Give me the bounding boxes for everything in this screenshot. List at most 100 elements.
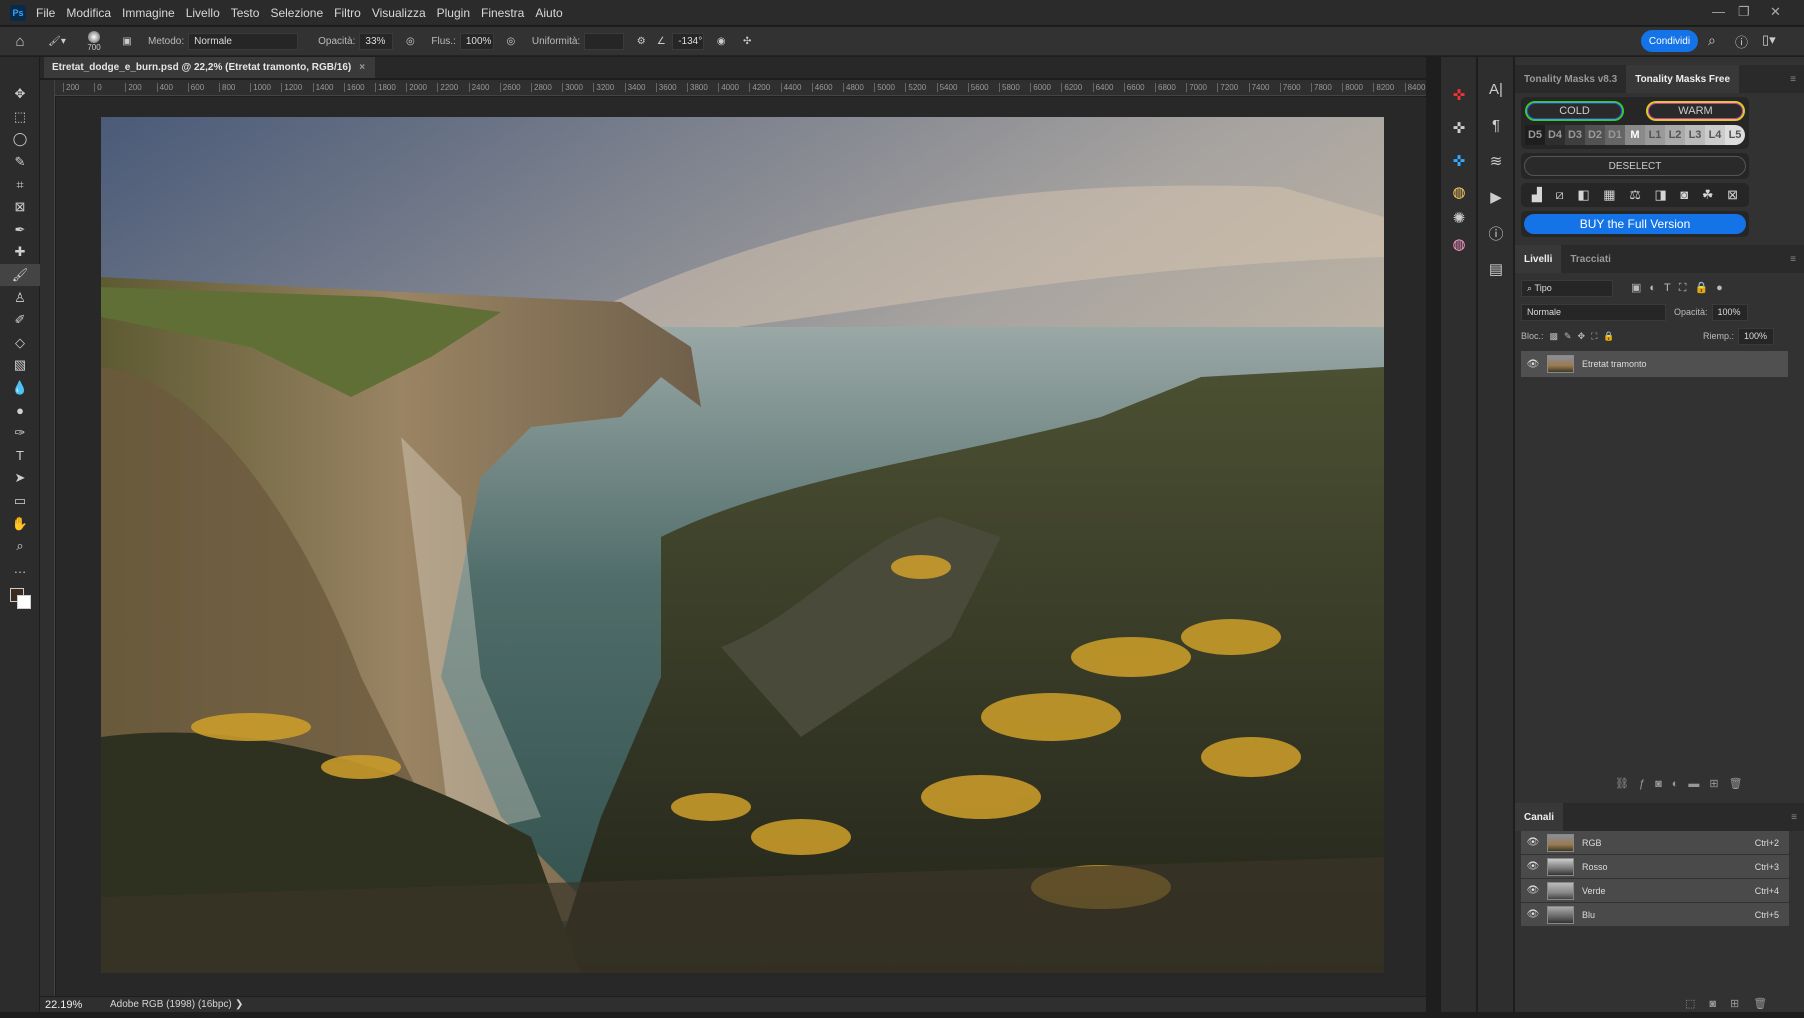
zoom-level[interactable]: 22.19% xyxy=(40,999,100,1011)
airbrush-icon[interactable]: ◎ xyxy=(498,36,524,47)
menu-filtro[interactable]: Filtro xyxy=(334,6,361,20)
more-icon[interactable]: … xyxy=(0,557,40,580)
layer-actions[interactable]: ⛓ƒ◙◐▬⊞🗑 xyxy=(1615,777,1753,790)
level-button-d4[interactable]: D4 xyxy=(1545,125,1565,145)
menu-plugin[interactable]: Plugin xyxy=(437,6,470,20)
menu-immagine[interactable]: Immagine xyxy=(122,6,175,20)
blend-mode-select[interactable]: Normale xyxy=(1521,303,1666,321)
close-tab-icon[interactable]: × xyxy=(359,62,365,73)
channel-row[interactable]: 👁 Rosso Ctrl+3 xyxy=(1521,855,1789,878)
balance-icon[interactable]: ⚖ xyxy=(1629,187,1641,203)
menu-file[interactable]: File xyxy=(36,6,55,20)
menu-livello[interactable]: Livello xyxy=(186,6,220,20)
channel-actions[interactable]: ⬚◙⊞🗑 xyxy=(1685,997,1781,1010)
menu-testo[interactable]: Testo xyxy=(231,6,260,20)
channel-row[interactable]: 👁 Blu Ctrl+5 xyxy=(1521,903,1789,926)
lock-icons[interactable]: ▩✎✥⛶🔒 xyxy=(1550,331,1621,342)
histogram-icon[interactable]: ▟ xyxy=(1532,187,1542,203)
eyedropper-icon[interactable]: ✒ xyxy=(0,219,40,242)
buy-full-version-button[interactable]: BUY the Full Version xyxy=(1524,214,1746,234)
brush-icon[interactable]: 🖌 xyxy=(0,263,40,287)
color-wheel-icon[interactable]: ◍ xyxy=(1441,179,1477,205)
curves-icon[interactable]: ⧄ xyxy=(1555,187,1563,203)
menu-visualizza[interactable]: Visualizza xyxy=(372,6,426,20)
tab-tracciati[interactable]: Tracciati xyxy=(1561,245,1620,273)
gear-icon[interactable]: ⚙ xyxy=(628,36,654,47)
hand-icon[interactable]: ✋ xyxy=(0,512,40,535)
brush-size-picker[interactable]: 700 xyxy=(74,30,114,52)
history-brush-icon[interactable]: ✐ xyxy=(0,309,40,332)
brush-preset-icon[interactable]: 🖌▾ xyxy=(40,36,74,47)
opacity-input[interactable]: 33% xyxy=(359,32,394,50)
channel-row[interactable]: 👁 RGB Ctrl+2 xyxy=(1521,831,1789,854)
document-image[interactable] xyxy=(101,117,1384,973)
level-button-l2[interactable]: L2 xyxy=(1665,125,1685,145)
quick-select-icon[interactable]: ✎ xyxy=(0,151,40,174)
menu-aiuto[interactable]: Aiuto xyxy=(535,6,562,20)
move-icon[interactable]: ✥ xyxy=(0,83,40,106)
level-button-m[interactable]: M xyxy=(1625,125,1645,145)
deselect-button[interactable]: DESELECT xyxy=(1524,156,1746,176)
channel-mixer-icon[interactable]: ☘ xyxy=(1702,187,1714,203)
libraries-icon[interactable]: ▤ xyxy=(1478,251,1514,287)
smoothing-input[interactable] xyxy=(584,32,625,50)
visibility-eye-icon[interactable]: 👁 xyxy=(1525,909,1541,920)
document-tab[interactable]: Etretat_dodge_e_burn.psd @ 22,2% (Etreta… xyxy=(44,57,376,78)
restore-icon[interactable]: ❐ xyxy=(1738,4,1750,20)
level-button-l3[interactable]: L3 xyxy=(1685,125,1705,145)
gradient-icon[interactable]: ▧ xyxy=(0,354,40,377)
zoom-icon[interactable]: ⌕ xyxy=(0,535,40,558)
luminosity-icon[interactable]: ✺ xyxy=(1441,205,1477,231)
close-window-icon[interactable]: ✕ xyxy=(1770,4,1781,20)
marquee-icon[interactable]: ⬚ xyxy=(0,106,40,129)
layer-filter-select[interactable]: ⌕ Tipo xyxy=(1521,279,1613,297)
tab-tonality-v83[interactable]: Tonality Masks v8.3 xyxy=(1515,65,1626,93)
layer-filter-icons[interactable]: ▣◐T⛶🔒● xyxy=(1631,281,1731,295)
paragraph-icon[interactable]: ¶ xyxy=(1478,107,1514,143)
layer-row[interactable]: 👁 Etretat tramonto xyxy=(1521,351,1788,377)
levels-icon[interactable]: ▦ xyxy=(1603,187,1615,203)
menu-finestra[interactable]: Finestra xyxy=(481,6,524,20)
angle-input[interactable]: -134° xyxy=(672,32,705,50)
tab-livelli[interactable]: Livelli xyxy=(1515,245,1562,273)
tonality-blue-icon[interactable]: ✜ xyxy=(1441,143,1477,179)
level-button-d3[interactable]: D3 xyxy=(1565,125,1585,145)
stamp-icon[interactable]: ♙ xyxy=(0,286,40,309)
menu-modifica[interactable]: Modifica xyxy=(66,6,111,20)
tonality-black-icon[interactable]: ✜ xyxy=(1441,113,1477,143)
share-button[interactable]: Condividi xyxy=(1641,30,1698,52)
blur-icon[interactable]: 💧 xyxy=(0,377,40,400)
healing-icon[interactable]: ✚ xyxy=(0,241,40,264)
home-icon[interactable]: ⌂ xyxy=(0,33,40,50)
level-button-d5[interactable]: D5 xyxy=(1525,125,1545,145)
level-button-l1[interactable]: L1 xyxy=(1645,125,1665,145)
rainbow-icon[interactable]: ◍ xyxy=(1441,231,1477,257)
color-swatches[interactable] xyxy=(10,588,39,614)
warm-button[interactable]: WARM xyxy=(1646,101,1745,121)
cold-button[interactable]: COLD xyxy=(1525,101,1624,121)
status-menu-arrow[interactable]: ❯ xyxy=(235,999,243,1010)
eraser-icon[interactable]: ◇ xyxy=(0,332,40,355)
panel-menu-icon[interactable]: ≡ xyxy=(1790,74,1796,85)
glyphs-icon[interactable]: ≋ xyxy=(1478,143,1514,179)
background-color[interactable] xyxy=(17,595,31,610)
channel-row[interactable]: 👁 Verde Ctrl+4 xyxy=(1521,879,1789,902)
gradient-map-icon[interactable]: ◧ xyxy=(1577,187,1589,203)
brush-settings-icon[interactable]: ▣ xyxy=(114,36,140,47)
pressure-size-icon[interactable]: ◉ xyxy=(708,36,734,47)
tonality-red-icon[interactable]: ✜ xyxy=(1441,77,1477,113)
pressure-opacity-icon[interactable]: ◎ xyxy=(397,36,423,47)
frame-icon[interactable]: ⊠ xyxy=(0,196,40,219)
menu-selezione[interactable]: Selezione xyxy=(270,6,323,20)
crop-icon[interactable]: ⌗ xyxy=(0,173,40,196)
rectangle-icon[interactable]: ▭ xyxy=(0,490,40,513)
contrast-icon[interactable]: ◨ xyxy=(1654,187,1666,203)
layers-menu-icon[interactable]: ≡ xyxy=(1790,254,1796,265)
visibility-eye-icon[interactable]: 👁 xyxy=(1525,359,1541,370)
actions-play-icon[interactable]: ▶ xyxy=(1478,179,1514,215)
method-select[interactable]: Normale xyxy=(188,32,299,50)
tab-canali[interactable]: Canali xyxy=(1515,803,1564,831)
level-button-d2[interactable]: D2 xyxy=(1585,125,1605,145)
flow-input[interactable]: 100% xyxy=(459,32,494,50)
level-button-l4[interactable]: L4 xyxy=(1705,125,1725,145)
